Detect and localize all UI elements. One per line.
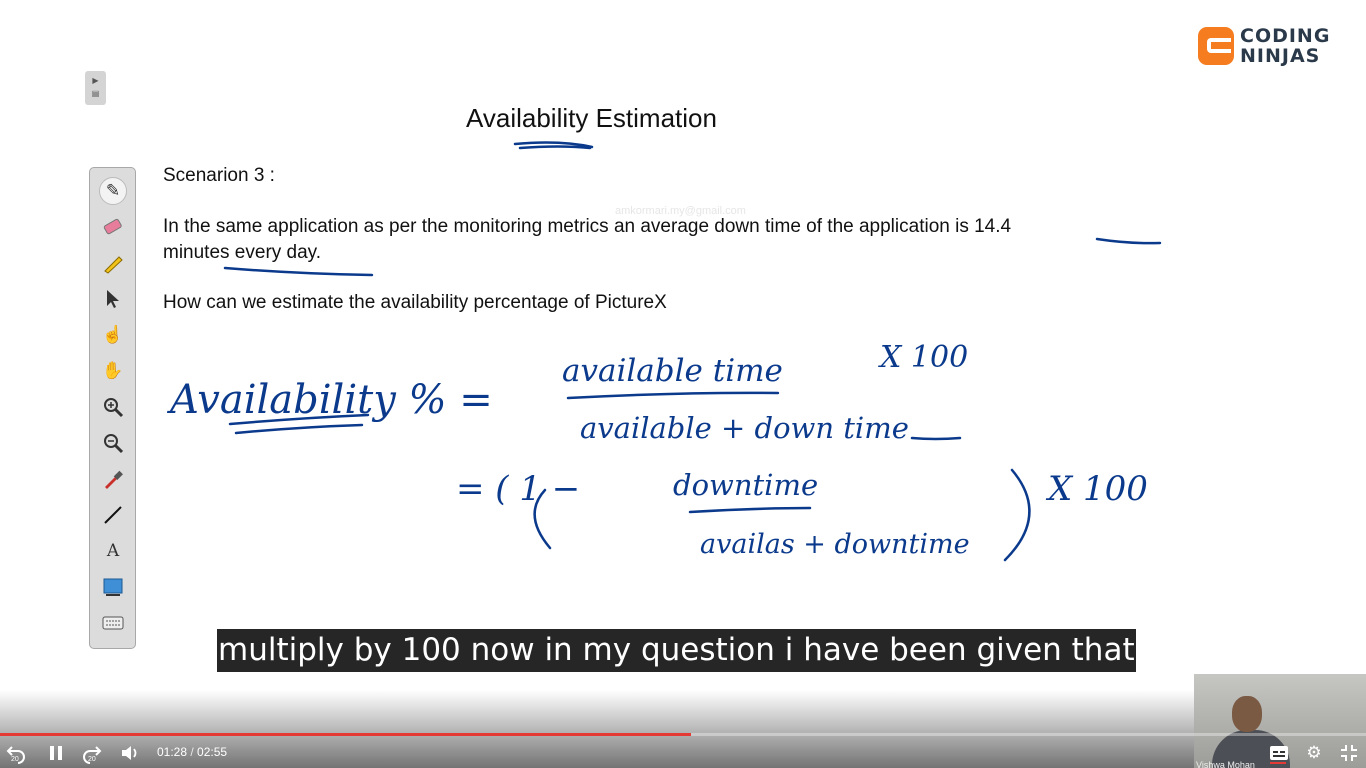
- presenter-name: Vishwa Mohan: [1196, 760, 1255, 768]
- exit-fullscreen-button[interactable]: [1338, 742, 1360, 764]
- duration: 02:55: [197, 745, 228, 759]
- ink-eq2-denominator: availas + downtime: [700, 529, 970, 560]
- captions-active-indicator: [1270, 762, 1286, 764]
- ink-eq2-numerator: downtime: [673, 468, 818, 502]
- slide-canvas: CODING NINJAS ▶ ▤ Availability Estimatio…: [0, 0, 1366, 768]
- time-underline: [910, 436, 962, 441]
- seek-bar[interactable]: [0, 733, 1366, 736]
- seek-bar-played: [0, 733, 692, 736]
- time-separator: /: [190, 745, 198, 759]
- captions-button[interactable]: [1268, 742, 1290, 764]
- ink-denominator: available + down time: [580, 411, 909, 445]
- ink-eq2-prefix: = ( 1 −: [456, 469, 580, 509]
- pause-icon: [50, 746, 62, 760]
- volume-button[interactable]: [119, 742, 141, 764]
- pause-button[interactable]: [46, 742, 66, 764]
- right-paren: [1003, 468, 1031, 562]
- down-time-underline: [1095, 237, 1162, 245]
- ink-times-100-b: X 100: [1045, 469, 1148, 509]
- exit-fullscreen-icon: [1341, 745, 1357, 761]
- ink-numerator: available time: [562, 353, 783, 389]
- fraction-bar-1: [566, 391, 780, 400]
- presenter-head: [1232, 696, 1262, 732]
- gear-icon: ⚙: [1306, 743, 1322, 762]
- forward-seconds: 20: [88, 756, 96, 763]
- subtitle-caption: multiply by 100 now in my question i hav…: [217, 629, 1136, 672]
- volume-icon: [122, 746, 137, 760]
- ink-times-100-a: X 100: [878, 340, 968, 375]
- every-day-underline: [223, 266, 374, 277]
- fraction-bar-2: [688, 506, 812, 514]
- captions-icon: [1270, 746, 1288, 760]
- settings-button[interactable]: ⚙: [1303, 742, 1325, 764]
- title-underline: [513, 141, 594, 150]
- rewind-seconds: 20: [11, 756, 19, 763]
- time-display: 01:28 / 02:55: [157, 745, 227, 759]
- current-time: 01:28: [157, 745, 188, 759]
- ink-lhs: Availability % =: [166, 377, 493, 423]
